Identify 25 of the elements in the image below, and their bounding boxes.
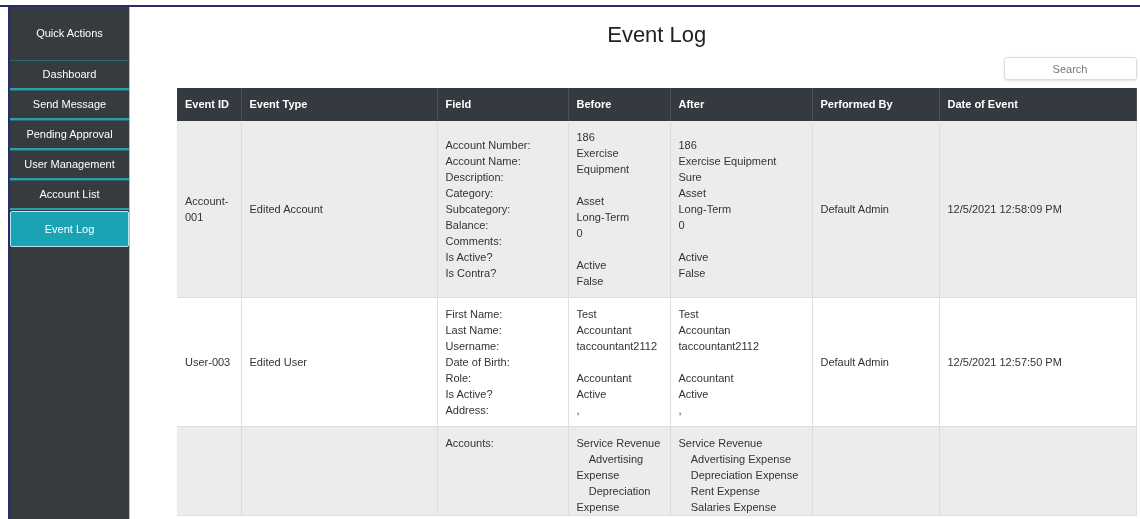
sidebar-item[interactable]: Dashboard [10,59,129,90]
table-cell-text: Default Admin [820,202,890,217]
sidebar-item[interactable]: Pending Approval [10,119,129,150]
table-cell-text: 12/5/2021 12:57:50 PM [947,355,1063,370]
table-cell-text: 186 Exercise Equipment Asset Long-Term 0 Active False [576,130,631,289]
page-title: Event Log [606,21,708,49]
table-cell-text: First Name: Last Name: Username: Date of Birth: Role: Is Active? Address: [445,307,511,418]
table-cell-text: Test Accountan taccountant2112 Accountant Active , [678,307,761,418]
table-cell-text: User-003 [185,355,232,370]
table-cell-text: 12/5/2021 12:58:09 PM [947,202,1063,217]
table-cell-text: Default Admin [820,355,890,370]
sidebar-item[interactable]: Account List [10,179,129,210]
table-cell-text: 186 Exercise Equipment Sure Asset Long-Term 0 Active False [678,138,778,281]
table-cell-text: Test Accountant taccountant2112 Accountant Active , [576,307,659,418]
sidebar-item[interactable]: Send Message [10,89,129,120]
table-cell-text: Service Revenue Advertising Expense Depreciation Expense Rent Expense Salaries Expense [678,436,800,515]
sidebar-title: Quick Actions [35,26,104,41]
table-cell-text: Accounts: [445,436,495,451]
table-cell-text: Edited User [249,355,308,370]
search-field[interactable]: Search [1003,57,1137,80]
table-cell-text: Edited Account [249,202,324,217]
sidebar-item[interactable]: User Management [10,149,129,180]
table-cell-text: Account Number: Account Name: Description: Category: Subcategory: Balance: Comments: Is Active? Is Contra? [445,138,532,281]
table-cell-text: Service Revenue Advertising Expense Depreciation Expense [576,436,662,515]
table-cell-text: Account-001 [185,194,230,225]
